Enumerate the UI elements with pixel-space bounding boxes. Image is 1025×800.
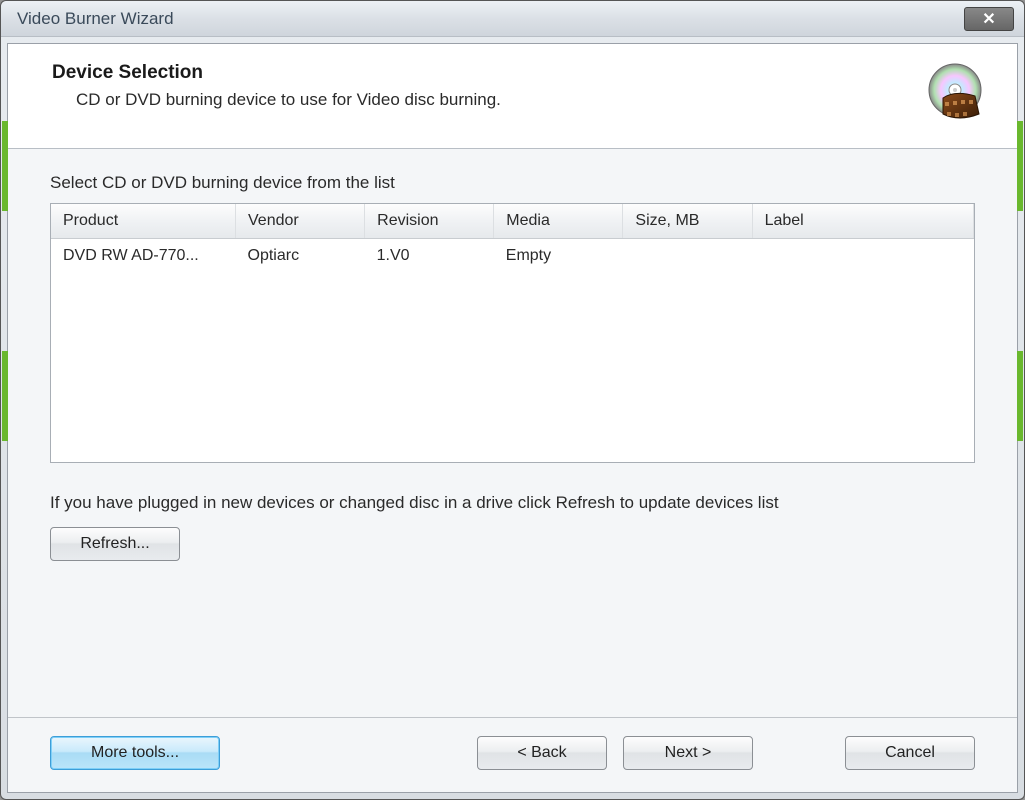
col-size[interactable]: Size, MB xyxy=(623,204,752,239)
device-table-container: Product Vendor Revision Media Size, MB L… xyxy=(50,203,975,463)
disc-film-icon xyxy=(925,62,989,126)
window-title: Video Burner Wizard xyxy=(17,9,964,29)
col-product[interactable]: Product xyxy=(51,204,236,239)
refresh-button[interactable]: Refresh... xyxy=(50,527,180,561)
refresh-area: If you have plugged in new devices or ch… xyxy=(50,491,975,561)
refresh-hint: If you have plugged in new devices or ch… xyxy=(50,491,900,515)
col-label[interactable]: Label xyxy=(752,204,973,239)
cell-revision: 1.V0 xyxy=(365,239,494,274)
back-button[interactable]: < Back xyxy=(477,736,607,770)
col-media[interactable]: Media xyxy=(494,204,623,239)
wizard-header: Device Selection CD or DVD burning devic… xyxy=(8,44,1017,149)
table-row[interactable]: DVD RW AD-770... Optiarc 1.V0 Empty xyxy=(51,239,974,274)
titlebar: Video Burner Wizard ✕ xyxy=(1,1,1024,37)
cell-vendor: Optiarc xyxy=(236,239,365,274)
content: Device Selection CD or DVD burning devic… xyxy=(7,43,1018,793)
cancel-button[interactable]: Cancel xyxy=(845,736,975,770)
col-vendor[interactable]: Vendor xyxy=(236,204,365,239)
button-bar: More tools... < Back Next > Cancel xyxy=(8,717,1017,792)
cell-label xyxy=(752,239,973,274)
header-subtitle: CD or DVD burning device to use for Vide… xyxy=(76,90,925,110)
wizard-window: Video Burner Wizard ✕ Device Selection C… xyxy=(0,0,1025,800)
next-button[interactable]: Next > xyxy=(623,736,753,770)
device-list-label: Select CD or DVD burning device from the… xyxy=(50,173,975,193)
main-body: Select CD or DVD burning device from the… xyxy=(8,149,1017,717)
close-button[interactable]: ✕ xyxy=(964,7,1014,31)
cell-product: DVD RW AD-770... xyxy=(51,239,236,274)
col-revision[interactable]: Revision xyxy=(365,204,494,239)
header-title: Device Selection xyxy=(52,62,925,84)
more-tools-button[interactable]: More tools... xyxy=(50,736,220,770)
close-icon: ✕ xyxy=(982,9,995,29)
cell-size xyxy=(623,239,752,274)
cell-media: Empty xyxy=(494,239,623,274)
device-table[interactable]: Product Vendor Revision Media Size, MB L… xyxy=(51,204,974,273)
